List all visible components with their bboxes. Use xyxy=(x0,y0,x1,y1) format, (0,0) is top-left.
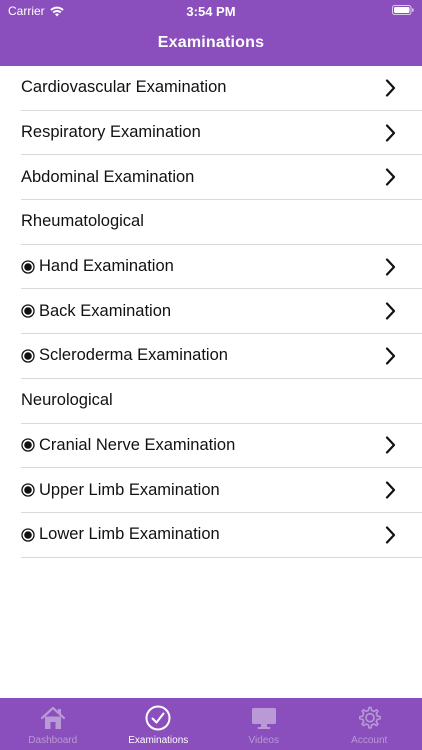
list-item-text: Respiratory Examination xyxy=(21,123,201,142)
tab-dashboard[interactable]: Dashboard xyxy=(0,698,106,750)
monitor-icon xyxy=(251,708,276,729)
list-item-cardiovascular-examination[interactable]: Cardiovascular Examination xyxy=(21,66,422,111)
navigation-header: Carrier 3:54 PM Examinations xyxy=(0,0,422,66)
list-item-text: Cardiovascular Examination xyxy=(21,78,227,97)
list-item-scleroderma-examination[interactable]: Scleroderma Examination xyxy=(21,334,422,379)
tab-label: Account xyxy=(351,735,388,746)
page-title: Examinations xyxy=(157,34,265,51)
chevron-right-icon xyxy=(385,123,396,142)
section-header-rheumatological: Rheumatological xyxy=(21,200,422,245)
list-item-label: Scleroderma Examination xyxy=(21,346,228,365)
list-item-lower-limb-examination[interactable]: Lower Limb Examination xyxy=(21,513,422,558)
list-item-text: Rheumatological xyxy=(21,212,144,231)
list-item-text: Scleroderma Examination xyxy=(39,346,228,365)
list-item-label: Neurological xyxy=(21,391,113,410)
chevron-right-icon xyxy=(385,168,396,186)
home-icon xyxy=(40,706,65,729)
list-item-label: Upper Limb Examination xyxy=(21,481,220,500)
status-bar: Carrier 3:54 PM xyxy=(0,0,422,22)
chevron-right-icon xyxy=(385,347,396,365)
chevron-right-icon xyxy=(385,481,396,499)
list-item-respiratory-examination[interactable]: Respiratory Examination xyxy=(21,111,422,156)
radio-bullet-icon xyxy=(21,483,35,497)
list-item-text: Hand Examination xyxy=(39,257,174,276)
list-item-label: Rheumatological xyxy=(21,212,144,231)
radio-bullet-icon xyxy=(21,259,35,274)
tab-videos[interactable]: Videos xyxy=(211,698,317,750)
list-item-label: Cardiovascular Examination xyxy=(21,78,226,97)
list-item-upper-limb-examination[interactable]: Upper Limb Examination xyxy=(21,468,422,513)
chevron-right-icon xyxy=(385,79,396,97)
list-item-text: Lower Limb Examination xyxy=(39,525,220,544)
tab-label: Videos xyxy=(248,735,279,746)
chevron-right-icon xyxy=(385,526,396,544)
radio-bullet-icon xyxy=(21,438,35,452)
tab-account[interactable]: Account xyxy=(317,698,422,750)
list-item-text: Abdominal Examination xyxy=(21,167,195,186)
chevron-right-icon xyxy=(385,302,396,320)
list-item-label: Back Examination xyxy=(21,302,171,321)
tab-bar: Dashboard Examinations Videos Account xyxy=(0,698,422,750)
status-time: 3:54 PM xyxy=(186,4,236,19)
tab-label: Dashboard xyxy=(28,735,78,746)
radio-bullet-icon xyxy=(21,349,35,363)
checkmark-circle-icon xyxy=(145,705,171,731)
battery-icon xyxy=(392,5,414,15)
list-item-hand-examination[interactable]: Hand Examination xyxy=(21,245,422,290)
list-item-label: Cranial Nerve Examination xyxy=(21,436,235,455)
list-item-text: Cranial Nerve Examination xyxy=(39,435,236,454)
list-item-label: Respiratory Examination xyxy=(21,123,201,142)
list-item-text: Upper Limb Examination xyxy=(39,480,220,499)
chevron-right-icon xyxy=(385,436,396,454)
list-item-text: Neurological xyxy=(21,391,113,410)
list-item-text: Back Examination xyxy=(39,301,172,320)
list-item-back-examination[interactable]: Back Examination xyxy=(21,289,422,335)
tab-examinations[interactable]: Examinations xyxy=(106,698,212,750)
examinations-list: Cardiovascular Examination Respiratory Ex… xyxy=(0,66,422,558)
radio-bullet-icon xyxy=(21,528,35,542)
gear-icon xyxy=(359,706,382,729)
radio-bullet-icon xyxy=(21,304,35,318)
list-item-label: Hand Examination xyxy=(21,257,174,276)
section-header-neurological: Neurological xyxy=(21,379,422,424)
tab-label: Examinations xyxy=(128,735,189,746)
chevron-right-icon xyxy=(385,257,396,276)
list-item-cranial-nerve-examination[interactable]: Cranial Nerve Examination xyxy=(21,424,422,469)
list-item-label: Lower Limb Examination xyxy=(21,525,220,544)
list-item-label: Abdominal Examination xyxy=(21,168,194,187)
list-item-abdominal-examination[interactable]: Abdominal Examination xyxy=(21,155,422,201)
